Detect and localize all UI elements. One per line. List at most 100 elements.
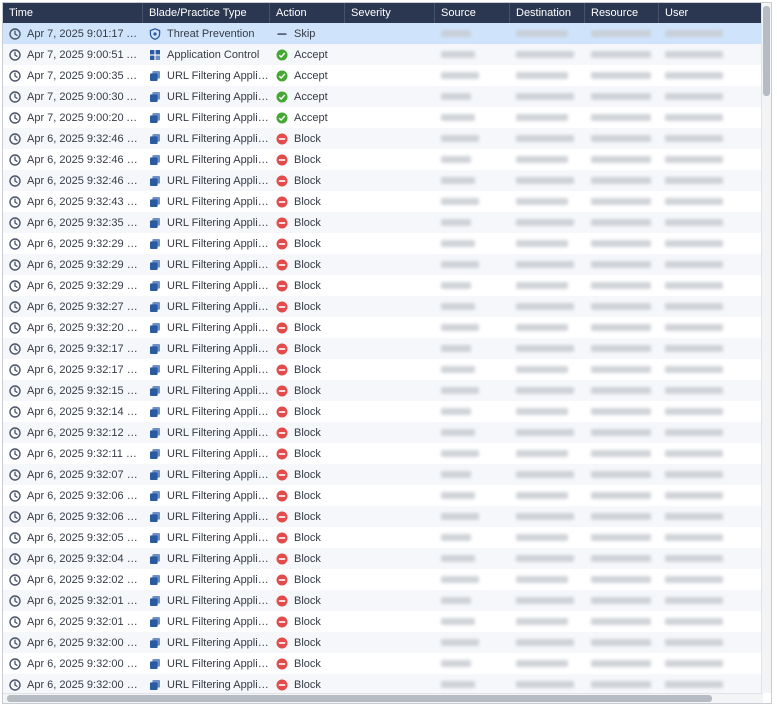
table-row[interactable]: Apr 6, 2025 9:32:02 PM G... URL Filtering… bbox=[3, 569, 763, 590]
source-redacted bbox=[441, 156, 471, 163]
table-row[interactable]: Apr 6, 2025 9:32:04 PM G... URL Filtering… bbox=[3, 548, 763, 569]
blade-cell: Threat Prevention bbox=[143, 23, 270, 44]
table-row[interactable]: Apr 6, 2025 9:32:17 PM G... URL Filtering… bbox=[3, 338, 763, 359]
column-header-user[interactable]: User bbox=[659, 3, 763, 23]
table-row[interactable]: Apr 6, 2025 9:32:29 PM G... URL Filtering… bbox=[3, 254, 763, 275]
clock-icon bbox=[9, 363, 21, 376]
destination-cell bbox=[510, 401, 585, 422]
destination-cell bbox=[510, 275, 585, 296]
clock-icon bbox=[9, 594, 21, 607]
table-row[interactable]: Apr 6, 2025 9:32:05 PM G... URL Filtering… bbox=[3, 527, 763, 548]
user-cell bbox=[659, 674, 763, 693]
table-row[interactable]: Apr 6, 2025 9:32:43 PM G... URL Filtering… bbox=[3, 191, 763, 212]
table-row[interactable]: Apr 6, 2025 9:32:11 PM G... URL Filtering… bbox=[3, 443, 763, 464]
table-row[interactable]: Apr 6, 2025 9:32:15 PM G... URL Filtering… bbox=[3, 380, 763, 401]
block-icon bbox=[276, 490, 288, 502]
column-header-source[interactable]: Source bbox=[435, 3, 510, 23]
resource-cell bbox=[585, 464, 659, 485]
url-filter-icon bbox=[149, 259, 161, 271]
action-cell: Skip bbox=[270, 23, 345, 44]
table-row[interactable]: Apr 6, 2025 9:32:14 PM G... URL Filtering… bbox=[3, 401, 763, 422]
column-header-severity[interactable]: Severity bbox=[345, 3, 435, 23]
table-row[interactable]: Apr 6, 2025 9:32:01 PM G... URL Filtering… bbox=[3, 590, 763, 611]
resource-cell bbox=[585, 548, 659, 569]
resource-cell bbox=[585, 254, 659, 275]
horizontal-scroll-thumb[interactable] bbox=[7, 695, 712, 702]
destination-redacted bbox=[516, 303, 574, 310]
resource-cell bbox=[585, 128, 659, 149]
source-cell bbox=[435, 569, 510, 590]
severity-cell bbox=[345, 359, 435, 380]
vertical-scrollbar[interactable] bbox=[761, 3, 771, 693]
table-row[interactable]: Apr 6, 2025 9:32:01 PM G... URL Filtering… bbox=[3, 611, 763, 632]
resource-cell bbox=[585, 212, 659, 233]
severity-cell bbox=[345, 422, 435, 443]
table-row[interactable]: Apr 6, 2025 9:32:00 PM G... URL Filtering… bbox=[3, 674, 763, 693]
clock-icon bbox=[9, 678, 21, 691]
table-row[interactable]: Apr 6, 2025 9:32:46 PM G... URL Filtering… bbox=[3, 149, 763, 170]
table-row[interactable]: Apr 6, 2025 9:32:06 PM G... URL Filtering… bbox=[3, 485, 763, 506]
time-cell: Apr 6, 2025 9:32:35 PM G... bbox=[3, 212, 143, 233]
blade-text: Threat Prevention bbox=[167, 27, 255, 40]
column-header-blade[interactable]: Blade/Practice Type bbox=[143, 3, 270, 23]
time-text: Apr 6, 2025 9:32:05 PM G... bbox=[27, 531, 143, 544]
clock-icon bbox=[9, 510, 21, 523]
url-filter-icon bbox=[149, 595, 161, 607]
table-row[interactable]: Apr 7, 2025 9:00:30 AM G... URL Filtering… bbox=[3, 86, 763, 107]
block-icon bbox=[276, 364, 288, 376]
table-row[interactable]: Apr 6, 2025 9:32:46 PM G... URL Filtering… bbox=[3, 170, 763, 191]
blade-cell: URL Filtering Applicati... bbox=[143, 191, 270, 212]
table-row[interactable]: Apr 6, 2025 9:32:07 PM G... URL Filtering… bbox=[3, 464, 763, 485]
horizontal-scrollbar[interactable] bbox=[3, 693, 763, 703]
column-header-resource[interactable]: Resource bbox=[585, 3, 659, 23]
source-redacted bbox=[441, 198, 479, 205]
url-filter-icon bbox=[149, 238, 161, 250]
destination-redacted bbox=[516, 114, 568, 121]
action-cell: Block bbox=[270, 527, 345, 548]
user-cell bbox=[659, 149, 763, 170]
table-row[interactable]: Apr 7, 2025 9:00:20 AM G... URL Filtering… bbox=[3, 107, 763, 128]
resource-cell bbox=[585, 422, 659, 443]
table-row[interactable]: Apr 6, 2025 9:32:20 PM G... URL Filtering… bbox=[3, 317, 763, 338]
destination-redacted bbox=[516, 576, 568, 583]
source-redacted bbox=[441, 408, 471, 415]
destination-redacted bbox=[516, 177, 574, 184]
table-row[interactable]: Apr 6, 2025 9:32:35 PM G... URL Filtering… bbox=[3, 212, 763, 233]
destination-cell bbox=[510, 653, 585, 674]
url-filter-icon bbox=[149, 490, 161, 502]
table-row[interactable]: Apr 7, 2025 9:01:17 AM G... Threat Preven… bbox=[3, 23, 763, 44]
table-row[interactable]: Apr 6, 2025 9:32:27 PM G... URL Filtering… bbox=[3, 296, 763, 317]
vertical-scroll-thumb[interactable] bbox=[763, 6, 770, 96]
destination-cell bbox=[510, 590, 585, 611]
table-row[interactable]: Apr 7, 2025 9:00:51 AM G... Application C… bbox=[3, 44, 763, 65]
blade-text: URL Filtering Applicati... bbox=[167, 447, 270, 460]
table-row[interactable]: Apr 6, 2025 9:32:06 PM G... URL Filtering… bbox=[3, 506, 763, 527]
table-row[interactable]: Apr 6, 2025 9:32:00 PM G... URL Filtering… bbox=[3, 632, 763, 653]
source-cell bbox=[435, 674, 510, 693]
time-text: Apr 7, 2025 9:00:30 AM G... bbox=[27, 90, 143, 103]
source-cell bbox=[435, 296, 510, 317]
column-header-action[interactable]: Action bbox=[270, 3, 345, 23]
blade-cell: URL Filtering Applicati... bbox=[143, 548, 270, 569]
table-row[interactable]: Apr 6, 2025 9:32:12 PM G... URL Filtering… bbox=[3, 422, 763, 443]
table-row[interactable]: Apr 6, 2025 9:32:29 PM G... URL Filtering… bbox=[3, 275, 763, 296]
time-cell: Apr 7, 2025 9:00:35 AM G... bbox=[3, 65, 143, 86]
table-row[interactable]: Apr 6, 2025 9:32:17 PM G... URL Filtering… bbox=[3, 359, 763, 380]
user-redacted bbox=[665, 660, 723, 667]
blade-cell: URL Filtering Applicati... bbox=[143, 254, 270, 275]
table-row[interactable]: Apr 6, 2025 9:32:29 PM G... URL Filtering… bbox=[3, 233, 763, 254]
action-cell: Block bbox=[270, 548, 345, 569]
table-row[interactable]: Apr 6, 2025 9:32:46 PM G... URL Filtering… bbox=[3, 128, 763, 149]
table-row[interactable]: Apr 7, 2025 9:00:35 AM G... URL Filtering… bbox=[3, 65, 763, 86]
column-header-destination[interactable]: Destination bbox=[510, 3, 585, 23]
action-text: Accept bbox=[294, 69, 328, 82]
block-icon bbox=[276, 196, 288, 208]
source-redacted bbox=[441, 450, 479, 457]
user-redacted bbox=[665, 618, 723, 625]
table-row[interactable]: Apr 6, 2025 9:32:00 PM G... URL Filtering… bbox=[3, 653, 763, 674]
severity-cell bbox=[345, 65, 435, 86]
column-header-time[interactable]: Time bbox=[3, 3, 143, 23]
source-redacted bbox=[441, 72, 479, 79]
action-text: Block bbox=[294, 636, 321, 649]
block-icon bbox=[276, 658, 288, 670]
